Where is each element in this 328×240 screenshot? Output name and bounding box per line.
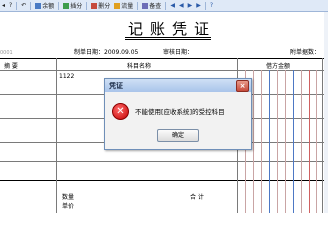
amount-digit-line xyxy=(316,70,317,213)
toolbar-delete-entry-button[interactable]: 删分 xyxy=(89,1,112,11)
amount-digit-line xyxy=(301,70,302,213)
cashflow-icon xyxy=(114,2,121,9)
toolbar-divider xyxy=(165,1,167,10)
amount-digit-line xyxy=(309,70,310,213)
error-icon: ✕ xyxy=(112,103,129,120)
toolbar-help-button[interactable]: ? xyxy=(208,1,215,11)
toolbar-insert-entry-label: 插分 xyxy=(70,3,83,10)
total-label: 合 计 xyxy=(190,194,204,201)
amount-digit-line xyxy=(293,70,294,213)
toolbar-next-button[interactable]: ▶ xyxy=(186,1,195,11)
table-row-line xyxy=(0,161,328,162)
insert-entry-icon xyxy=(63,2,70,9)
dialog-message: 不能使用[应收系统]的受控科目 xyxy=(135,108,225,116)
toolbar-cashflow-label: 流量 xyxy=(121,3,134,10)
memo-icon xyxy=(142,2,149,9)
toolbar-cashflow-button[interactable]: 流量 xyxy=(112,1,135,11)
col-header-summary: 摘 要 xyxy=(4,63,18,70)
voucher-date[interactable]: 制单日期：2009.09.05 xyxy=(74,47,138,56)
toolbar-divider xyxy=(58,1,60,10)
toolbar-nav-back[interactable]: ↶ xyxy=(19,1,28,11)
ok-button[interactable]: 确定 xyxy=(157,129,199,142)
amount-digit-line xyxy=(253,70,254,213)
amount-digit-line xyxy=(285,70,286,213)
balance-icon xyxy=(35,2,42,9)
table-header-line xyxy=(0,70,328,71)
row1-account-cell[interactable]: 1122 xyxy=(59,73,74,80)
voucher-number[interactable]: 0001 xyxy=(0,50,13,56)
unit-price-label: 单价 xyxy=(62,203,75,210)
toolbar-balance-label: 余额 xyxy=(42,3,55,10)
voucher-title: 记账凭证 xyxy=(128,20,217,38)
toolbar-help[interactable]: ? xyxy=(7,1,14,11)
toolbar-divider xyxy=(86,1,88,10)
amount-digit-line xyxy=(269,70,270,213)
amount-digit-line xyxy=(261,70,262,213)
toolbar-last-button[interactable]: ▶ xyxy=(194,1,203,11)
toolbar-divider xyxy=(137,1,139,10)
title-underline-double xyxy=(125,39,211,40)
quantity-label: 数量 xyxy=(62,194,75,201)
vertical-scrollbar[interactable] xyxy=(324,12,328,213)
attachment-count[interactable]: 附单据数： xyxy=(290,47,320,56)
col-header-debit: 借方金额 xyxy=(266,63,291,70)
delete-entry-icon xyxy=(91,2,98,9)
table-border-top xyxy=(0,58,328,59)
toolbar-insert-entry-button[interactable]: 插分 xyxy=(61,1,84,11)
review-date: 审核日期： xyxy=(163,49,194,56)
table-col-divider xyxy=(56,58,57,213)
amount-digit-line xyxy=(277,70,278,213)
col-header-account: 科目名称 xyxy=(127,63,152,70)
toolbar-divider xyxy=(204,1,206,10)
table-total-line xyxy=(0,180,328,181)
dialog-title: 凭证 xyxy=(109,81,123,90)
toolbar-prev-button[interactable]: ◀ xyxy=(177,1,186,11)
toolbar: ◂ ? ↶ 余额 插分 删分 流量 备查 ◀ ◀ ▶ ▶ ? xyxy=(0,0,328,12)
toolbar-divider xyxy=(30,1,32,10)
toolbar-delete-entry-label: 删分 xyxy=(98,3,111,10)
close-icon[interactable]: × xyxy=(236,80,249,92)
toolbar-divider xyxy=(16,1,18,10)
title-underline xyxy=(125,37,211,38)
error-dialog: 凭证 × ✕ 不能使用[应收系统]的受控科目 确定 xyxy=(104,78,252,150)
dialog-titlebar[interactable]: 凭证 × xyxy=(105,79,251,92)
table-col-divider xyxy=(322,58,323,213)
toolbar-balance-button[interactable]: 余额 xyxy=(33,1,56,11)
toolbar-memo-label: 备查 xyxy=(149,3,162,10)
toolbar-first-button[interactable]: ◀ xyxy=(168,1,177,11)
toolbar-memo-button[interactable]: 备查 xyxy=(140,1,163,11)
toolbar-scroll-left[interactable]: ◂ xyxy=(0,1,7,11)
